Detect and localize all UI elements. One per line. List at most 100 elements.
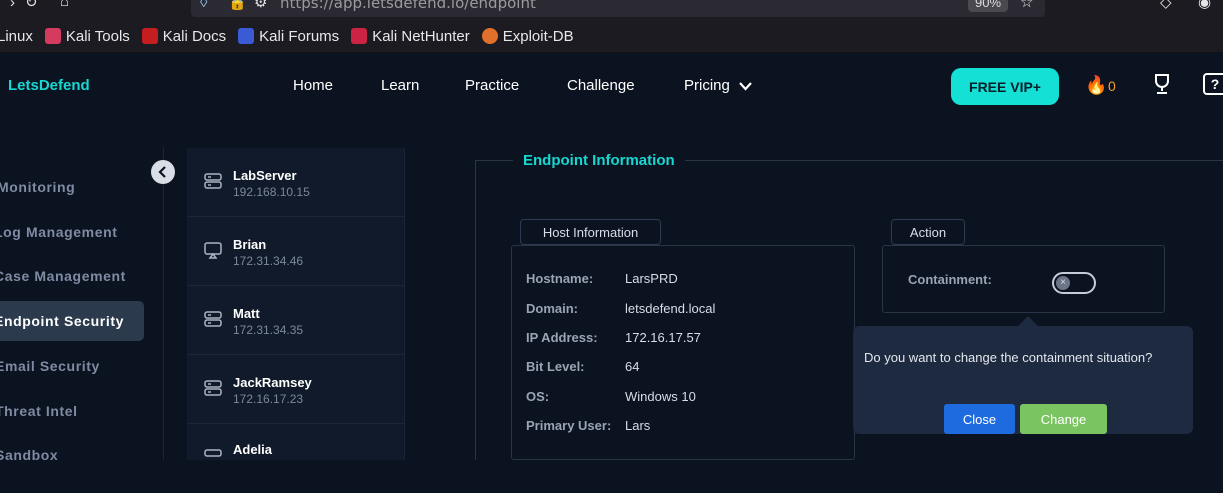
primary-user-value: Lars bbox=[625, 418, 651, 433]
kali-nethunter-icon bbox=[351, 28, 368, 44]
bookmark-kali-docs[interactable]: Kali Docs bbox=[141, 27, 227, 45]
bookmark-kali-forums[interactable]: Kali Forums bbox=[238, 28, 339, 45]
server-icon bbox=[204, 311, 222, 327]
top-navbar: LetsDefend Home Learn Practice Challenge… bbox=[0, 53, 1223, 119]
ip-address-label: IP Address: bbox=[526, 330, 598, 345]
kali-docs-icon bbox=[141, 28, 158, 44]
chevron-left-icon bbox=[158, 166, 166, 178]
bit-level-label: Bit Level: bbox=[526, 359, 585, 374]
bookmarks-bar: Linux Kali Tools Kali Docs Kali Forums K… bbox=[0, 20, 1223, 53]
domain-label: Domain: bbox=[526, 301, 578, 316]
host-item[interactable]: LabServer 192.168.10.15 bbox=[187, 148, 405, 217]
permissions-icon[interactable]: ⚙ bbox=[254, 0, 267, 11]
exploit-db-icon bbox=[481, 28, 498, 44]
sidebar-item-threat-intel[interactable]: Threat Intel bbox=[0, 391, 144, 431]
bookmark-label: Kali Docs bbox=[162, 27, 227, 45]
host-item[interactable]: Adelia bbox=[187, 424, 405, 493]
help-icon[interactable]: ? bbox=[1203, 73, 1223, 95]
chevron-down-icon[interactable] bbox=[738, 80, 753, 92]
host-name: Matt bbox=[233, 306, 260, 321]
host-name: LabServer bbox=[233, 168, 297, 183]
host-item[interactable]: JackRamsey 172.16.17.23 bbox=[187, 355, 405, 424]
brand-logo[interactable]: LetsDefend bbox=[8, 77, 90, 94]
trophy-icon[interactable] bbox=[1152, 73, 1172, 95]
bookmark-exploit-db[interactable]: Exploit-DB bbox=[481, 27, 574, 45]
host-item[interactable]: Matt 172.31.34.35 bbox=[187, 286, 405, 355]
sidebar-item-label: Endpoint Security bbox=[0, 313, 124, 329]
sidebar-item-log-management[interactable]: Log Management bbox=[0, 212, 144, 252]
sidebar-item-label: Email Security bbox=[0, 358, 100, 374]
bit-level-value: 64 bbox=[625, 359, 640, 374]
popover-message: Do you want to change the containment si… bbox=[864, 350, 1153, 365]
sidebar-item-label: Log Management bbox=[0, 224, 118, 240]
os-value: Windows 10 bbox=[625, 389, 696, 404]
nav-pricing[interactable]: Pricing bbox=[684, 77, 730, 94]
sidebar-item-label: Case Management bbox=[0, 268, 126, 284]
lock-icon[interactable]: 🔒 bbox=[228, 0, 247, 11]
sidebar-item-monitoring[interactable]: Monitoring bbox=[0, 167, 144, 207]
nav-home[interactable]: Home bbox=[293, 77, 333, 94]
change-button[interactable]: Change bbox=[1020, 404, 1107, 434]
host-name: JackRamsey bbox=[233, 375, 312, 390]
toggle-off-icon: × bbox=[1056, 276, 1070, 290]
os-label: OS: bbox=[526, 389, 550, 404]
bookmark-label: Kali Forums bbox=[259, 27, 340, 45]
host-item[interactable]: Brian 172.31.34.46 bbox=[187, 217, 405, 286]
nav-learn[interactable]: Learn bbox=[381, 77, 419, 94]
server-icon bbox=[204, 449, 222, 457]
host-list: LabServer 192.168.10.15 Brian 172.31.34.… bbox=[187, 148, 405, 460]
monitor-icon bbox=[204, 242, 222, 259]
pocket-icon[interactable]: ◇ bbox=[1160, 0, 1172, 11]
reload-icon[interactable]: ↻ bbox=[25, 0, 38, 11]
action-tab: Action bbox=[891, 219, 965, 245]
bookmark-label: Kali Tools bbox=[65, 27, 130, 45]
endpoint-title: Endpoint Information bbox=[513, 152, 685, 169]
host-name: Adelia bbox=[233, 442, 273, 457]
sidebar-item-sandbox[interactable]: Sandbox bbox=[0, 435, 144, 475]
kali-forums-icon bbox=[238, 28, 255, 44]
account-icon[interactable]: ◉ bbox=[1198, 0, 1211, 11]
bookmark-kali-nethunter[interactable]: Kali NetHunter bbox=[351, 28, 470, 45]
ip-address-value: 172.16.17.57 bbox=[625, 330, 701, 345]
domain-value: letsdefend.local bbox=[625, 301, 716, 316]
sidebar-item-label: Sandbox bbox=[0, 447, 59, 463]
browser-toolbar: › ↻ ⌂ ◊ 🔒 ⚙ https://app.letsdefend.io/en… bbox=[0, 0, 1223, 20]
nav-challenge[interactable]: Challenge bbox=[567, 77, 635, 94]
bookmark-linux[interactable]: Linux bbox=[0, 28, 33, 45]
url-text[interactable]: https://app.letsdefend.io/endpoint bbox=[280, 0, 536, 12]
nav-practice[interactable]: Practice bbox=[465, 77, 519, 94]
bookmark-kali-tools[interactable]: Kali Tools bbox=[44, 27, 130, 45]
shield-icon[interactable]: ◊ bbox=[200, 0, 207, 11]
hostname-label: Hostname: bbox=[526, 271, 594, 286]
sidebar-item-label: Threat Intel bbox=[0, 403, 78, 419]
host-ip: 172.31.34.46 bbox=[233, 254, 304, 268]
bookmark-label: Linux bbox=[0, 27, 33, 45]
sidebar-item-case-management[interactable]: Case Management bbox=[0, 256, 144, 296]
flame-icon[interactable]: 🔥 bbox=[1085, 75, 1107, 96]
containment-toggle[interactable]: × bbox=[1052, 272, 1096, 294]
bookmark-label: Exploit-DB bbox=[502, 27, 574, 45]
home-icon[interactable]: ⌂ bbox=[60, 0, 69, 10]
host-ip: 172.16.17.23 bbox=[233, 392, 304, 406]
server-icon bbox=[204, 173, 222, 189]
streak-count: 0 bbox=[1108, 78, 1116, 94]
host-info-tab: Host Information bbox=[520, 219, 661, 245]
host-ip: 172.31.34.35 bbox=[233, 323, 304, 337]
host-name: Brian bbox=[233, 237, 267, 252]
zoom-level[interactable]: 90% bbox=[968, 0, 1009, 12]
sidebar-item-label: Monitoring bbox=[0, 179, 76, 195]
server-icon bbox=[204, 380, 222, 396]
free-vip-button[interactable]: FREE VIP+ bbox=[951, 68, 1059, 105]
bookmark-star-icon[interactable]: ☆ bbox=[1020, 0, 1033, 11]
close-button[interactable]: Close bbox=[944, 404, 1015, 434]
bookmark-label: Kali NetHunter bbox=[372, 27, 470, 45]
sidebar-item-endpoint-security[interactable]: Endpoint Security bbox=[0, 301, 144, 341]
host-ip: 192.168.10.15 bbox=[233, 185, 310, 199]
containment-label: Containment: bbox=[908, 272, 992, 287]
collapse-sidebar-button[interactable] bbox=[151, 160, 175, 184]
hostname-value: LarsPRD bbox=[625, 271, 678, 286]
sidebar-item-email-security[interactable]: Email Security bbox=[0, 346, 144, 386]
primary-user-label: Primary User: bbox=[526, 418, 612, 433]
kali-tools-icon bbox=[44, 28, 61, 44]
back-icon[interactable]: › bbox=[10, 0, 15, 11]
